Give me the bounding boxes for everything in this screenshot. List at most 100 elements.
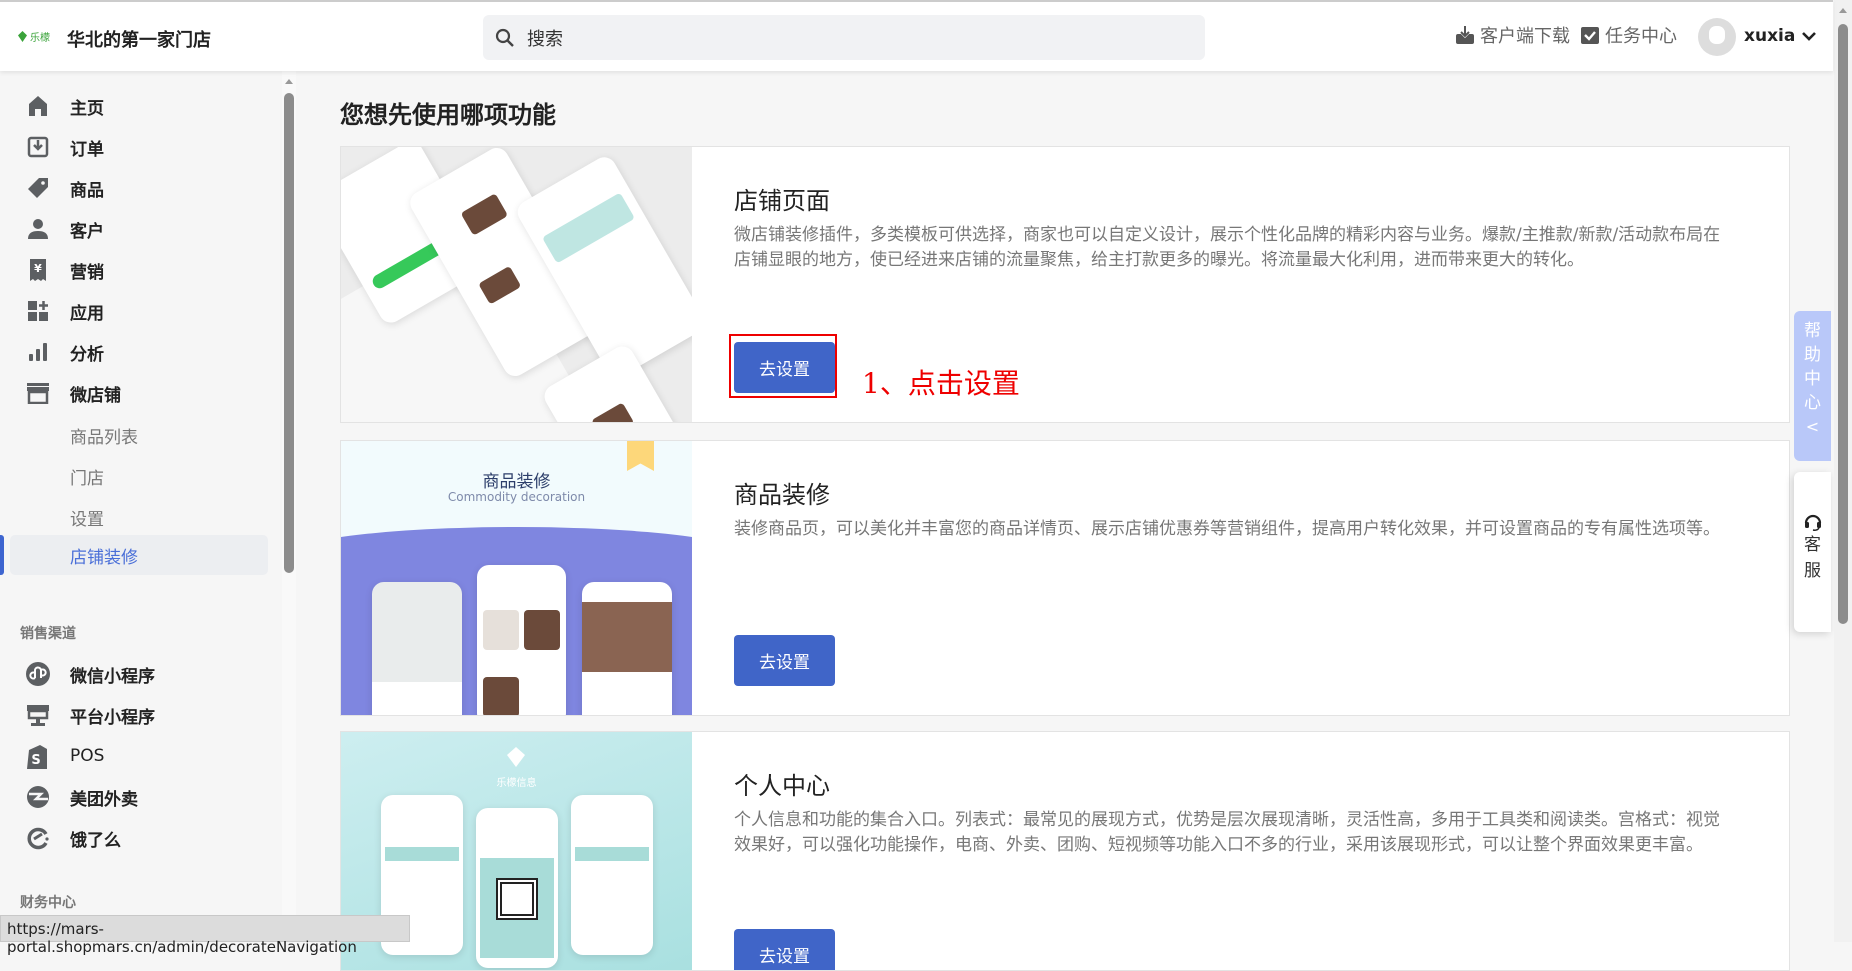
card-description: 装修商品页，可以美化并丰富您的商品详情页、展示店铺优惠券等营销组件，提高用户转化…	[734, 519, 1720, 539]
svg-text:¥: ¥	[34, 262, 42, 275]
active-indicator	[0, 535, 4, 575]
scroll-up-arrow-icon[interactable]	[285, 79, 293, 84]
help-char: 中	[1804, 369, 1821, 389]
service-char: 服	[1804, 561, 1821, 581]
user-menu[interactable]: xuxia	[1744, 26, 1817, 46]
card-title: 个人中心	[734, 772, 830, 800]
sidebar-item-label: 分析	[70, 344, 104, 365]
sidebar-item-label: 商品	[70, 180, 104, 201]
customer-service-tab[interactable]: 客 服	[1794, 472, 1831, 632]
apps-icon	[26, 299, 50, 323]
chevron-down-icon	[1802, 32, 1817, 41]
clipboard-check-icon	[1581, 27, 1599, 44]
chevron-left-icon: <	[1805, 417, 1820, 436]
card-description: 个人信息和功能的集合入口。列表式：最常见的展现方式，优势是层次展现清晰，灵活性高…	[734, 810, 1720, 855]
sidebar-item-label: 店铺装修	[70, 547, 138, 568]
task-center-label: 任务中心	[1605, 26, 1677, 47]
username: xuxia	[1744, 26, 1796, 46]
sidebar-item-label: 营销	[70, 262, 104, 283]
product-decoration-preview-image: 商品装修 Commodity decoration	[341, 441, 692, 715]
search-input[interactable]: 搜索	[483, 15, 1205, 60]
sidebar: 主页 订单 商品 客户 ¥ 营销 应用 分析 微店铺 商品列表 门店 设置 店铺装…	[0, 71, 280, 942]
sidebar-item-analytics[interactable]: 分析	[0, 334, 280, 370]
feature-card-product-decoration: 商品装修 Commodity decoration 商品装修 装修商品页，可以美…	[340, 440, 1790, 716]
image-title: 商品装修	[482, 472, 551, 492]
sidebar-channel-eleme[interactable]: 饿了么	[0, 820, 280, 856]
sidebar-item-label: POS	[70, 746, 105, 766]
store-icon	[26, 381, 50, 405]
go-setup-personal-center-button[interactable]: 去设置	[734, 929, 835, 970]
sidebar-item-products[interactable]: 商品	[0, 170, 280, 206]
card-title: 商品装修	[734, 481, 830, 509]
sidebar-item-label: 商品列表	[70, 427, 138, 448]
wechat-miniprogram-icon	[26, 662, 50, 686]
platform-store-icon	[26, 703, 50, 727]
page-scrollbar[interactable]	[1834, 0, 1852, 942]
sidebar-subitem-product-list[interactable]: 商品列表	[0, 417, 280, 453]
sidebar-item-customers[interactable]: 客户	[0, 211, 280, 247]
home-icon	[26, 94, 50, 118]
sidebar-item-apps[interactable]: 应用	[0, 293, 280, 329]
image-subtitle: Commodity decoration	[447, 490, 586, 504]
sidebar-subitem-stores[interactable]: 门店	[0, 458, 280, 494]
user-icon	[26, 217, 50, 241]
status-bar-url: https://mars-portal.shopmars.cn/admin/de…	[0, 915, 410, 956]
headset-icon	[1804, 514, 1821, 531]
store-page-preview-image	[341, 147, 692, 422]
meituan-icon	[26, 785, 50, 809]
svg-text:S: S	[31, 753, 40, 768]
sidebar-scrollbar[interactable]	[282, 71, 296, 942]
sidebar-item-marketing[interactable]: ¥ 营销	[0, 252, 280, 288]
bar-chart-icon	[26, 340, 50, 364]
scroll-up-arrow-icon[interactable]	[1839, 8, 1847, 13]
top-header: 乐檬 华北的第一家门店 搜索 客户端下载 任务中心 xuxia	[0, 0, 1833, 71]
search-icon	[495, 28, 514, 47]
download-client-button[interactable]: 客户端下载	[1455, 22, 1570, 48]
search-placeholder: 搜索	[527, 28, 563, 50]
download-label: 客户端下载	[1480, 26, 1570, 47]
sidebar-scroll-thumb[interactable]	[284, 93, 294, 573]
help-char: 帮	[1804, 321, 1821, 341]
page-title: 您想先使用哪项功能	[340, 101, 556, 129]
sidebar-channel-platform-miniprogram[interactable]: 平台小程序	[0, 697, 280, 733]
sidebar-item-microstore[interactable]: 微店铺	[0, 375, 280, 411]
highlight-box	[729, 334, 837, 398]
page-scroll-thumb[interactable]	[1838, 24, 1848, 624]
task-center-button[interactable]: 任务中心	[1580, 22, 1677, 48]
sidebar-channel-wechat-miniprogram[interactable]: 微信小程序	[0, 656, 280, 692]
brand-logo-icon	[507, 747, 525, 767]
shopping-bag-icon: S	[26, 744, 50, 769]
logo-text: 乐檬	[30, 33, 50, 44]
sidebar-channel-pos[interactable]: S POS	[0, 738, 280, 774]
yen-receipt-icon: ¥	[26, 258, 50, 282]
order-download-icon	[26, 135, 50, 159]
store-name[interactable]: 华北的第一家门店	[67, 26, 211, 52]
feature-card-store-page: 店铺页面 微店铺装修插件，多类模板可供选择，商家也可以自定义设计，展示个性化品牌…	[340, 146, 1790, 423]
section-sales-channels: 销售渠道	[20, 626, 76, 642]
avatar[interactable]	[1698, 18, 1736, 56]
sidebar-item-label: 设置	[70, 509, 104, 530]
help-char: 助	[1804, 345, 1821, 365]
sidebar-channel-meituan[interactable]: 美团外卖	[0, 779, 280, 815]
sidebar-subitem-store-decoration[interactable]: 店铺装修	[10, 535, 268, 575]
sidebar-item-label: 应用	[70, 303, 104, 324]
go-setup-product-decoration-button[interactable]: 去设置	[734, 635, 835, 686]
sidebar-item-label: 饿了么	[70, 830, 121, 851]
feature-card-personal-center: 乐檬信息 个人中心 个人信息和功能的集合入口。列表式：最常见的展现方式，优势是层…	[340, 731, 1790, 971]
brand-logo[interactable]: 乐檬	[18, 29, 50, 44]
card-description: 微店铺装修插件，多类模板可供选择，商家也可以自定义设计，展示个性化品牌的精彩内容…	[734, 225, 1721, 270]
sidebar-item-label: 主页	[70, 98, 104, 119]
eleme-icon	[26, 826, 50, 850]
sidebar-item-label: 订单	[70, 139, 104, 160]
sidebar-subitem-settings[interactable]: 设置	[0, 499, 280, 535]
help-center-tab[interactable]: 帮 助 中 心 <	[1794, 311, 1831, 461]
section-finance-center: 财务中心	[20, 895, 76, 911]
sidebar-item-orders[interactable]: 订单	[0, 129, 280, 165]
sidebar-item-label: 美团外卖	[70, 789, 138, 810]
sidebar-item-label: 客户	[70, 221, 104, 242]
sidebar-item-home[interactable]: 主页	[0, 88, 280, 124]
sidebar-item-label: 微店铺	[70, 385, 121, 406]
download-icon	[1456, 26, 1474, 44]
image-brand-text: 乐檬信息	[496, 778, 537, 789]
annotation-click-setup: 1、点击设置	[862, 367, 1020, 400]
